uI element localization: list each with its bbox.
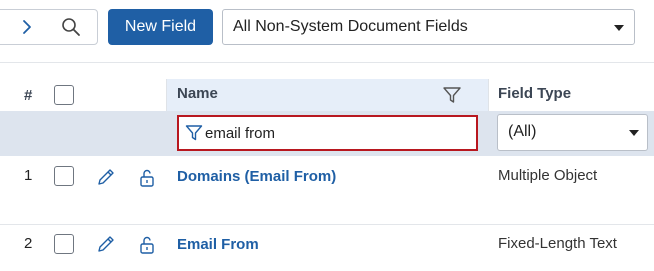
field-type-filter-value: (All) [508, 123, 537, 140]
field-type-value: Fixed-Length Text [498, 235, 617, 252]
unlock-icon[interactable] [137, 168, 157, 193]
search-icon [62, 18, 80, 36]
column-header-field-type[interactable]: Field Type [488, 79, 654, 111]
field-type-value: Multiple Object [498, 167, 598, 184]
table-row[interactable]: 1 Domains (Email From) Multiple Object [0, 156, 654, 224]
name-filter-input[interactable] [205, 121, 465, 145]
view-select[interactable]: All Non-System Document Fields [222, 9, 635, 45]
field-name-link[interactable]: Email From [177, 236, 259, 253]
row-number: 1 [24, 167, 33, 184]
filter-icon[interactable] [442, 86, 462, 109]
toolbar-icon-group [0, 9, 98, 45]
unlock-icon[interactable] [137, 235, 157, 260]
column-header-name[interactable]: Name [167, 79, 488, 111]
divider [0, 62, 654, 63]
field-name-link[interactable]: Domains (Email From) [177, 168, 336, 185]
column-separator [488, 79, 489, 111]
select-all-checkbox[interactable] [54, 85, 74, 105]
column-separator [166, 79, 167, 111]
table-row[interactable]: 2 Email From Fixed-Length Text [0, 225, 654, 271]
row-number: 2 [24, 235, 33, 252]
chevron-right-icon [23, 20, 31, 34]
search-button[interactable] [49, 10, 93, 44]
edit-icon[interactable] [96, 167, 116, 192]
view-select-value: All Non-System Document Fields [233, 18, 468, 35]
header-number: # [24, 86, 33, 104]
funnel-icon [185, 125, 203, 141]
caret-down-icon [614, 25, 624, 31]
column-header-name-label: Name [177, 85, 218, 102]
caret-down-icon [629, 130, 639, 136]
column-header-field-type-label: Field Type [498, 85, 572, 102]
row-checkbox[interactable] [54, 166, 74, 186]
new-field-button[interactable]: New Field [108, 9, 213, 45]
name-filter-field[interactable] [177, 115, 478, 151]
row-checkbox[interactable] [54, 234, 74, 254]
edit-icon[interactable] [96, 234, 116, 259]
toolbar: New Field All Non-System Document Fields [0, 0, 654, 62]
expand-button[interactable] [5, 10, 49, 44]
field-type-filter-select[interactable]: (All) [497, 114, 648, 151]
